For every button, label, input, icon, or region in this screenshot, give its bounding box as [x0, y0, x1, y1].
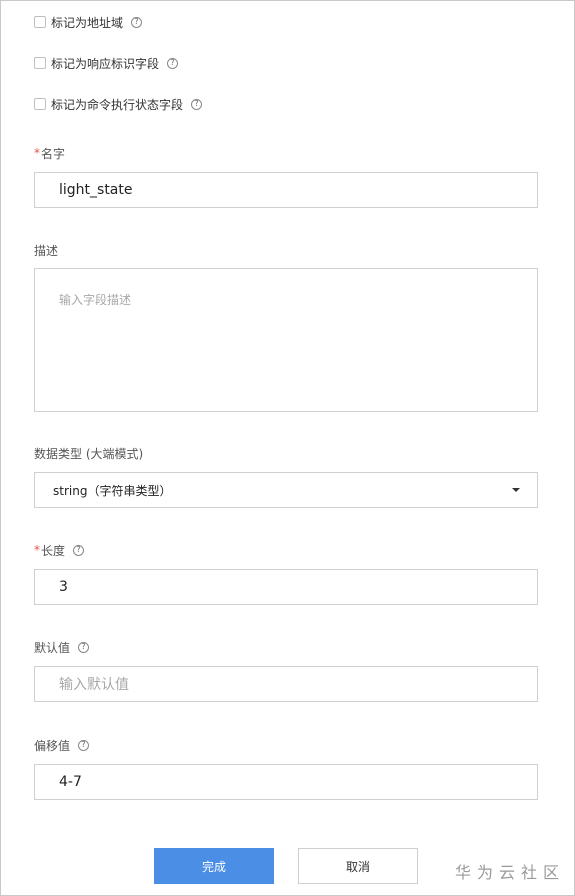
description-placeholder: 输入字段描述	[59, 293, 132, 307]
watermark: 华为云社区	[455, 863, 566, 882]
offset-input[interactable]: 4-7	[34, 764, 538, 800]
offset-label: 偏移值 ?	[34, 737, 90, 753]
help-icon[interactable]: ?	[167, 57, 179, 69]
response-id-checkbox[interactable]	[34, 57, 46, 69]
length-input-value: 3	[59, 579, 68, 595]
form-panel: 标记为地址域 ? 标记为响应标识字段 ? 标记为命令执行状态字段 ? * 名字 …	[0, 0, 575, 896]
data-type-select[interactable]: string（字符串类型）	[34, 472, 538, 508]
name-label-text: 名字	[41, 146, 66, 161]
address-field-checkbox[interactable]	[34, 16, 46, 28]
length-input[interactable]: 3	[34, 569, 538, 605]
checkbox-label: 标记为命令执行状态字段	[51, 97, 184, 112]
checkbox-label: 标记为地址域	[51, 15, 124, 30]
offset-input-value: 4-7	[59, 774, 82, 790]
confirm-button[interactable]: 完成	[154, 848, 274, 884]
help-icon[interactable]: ?	[73, 544, 85, 556]
required-mark: *	[34, 543, 40, 557]
data-type-label: 数据类型 (大端模式)	[34, 445, 143, 461]
help-icon[interactable]: ?	[191, 98, 203, 110]
data-type-selected-value: string（字符串类型）	[53, 483, 172, 498]
help-icon[interactable]: ?	[78, 739, 90, 751]
name-label: * 名字	[34, 145, 65, 161]
default-value-label: 默认值 ?	[34, 639, 90, 655]
description-label: 描述	[34, 242, 58, 258]
default-value-label-text: 默认值	[34, 640, 71, 655]
name-input-value: light_state	[59, 182, 133, 198]
checkbox-row-response-id-field[interactable]: 标记为响应标识字段 ?	[34, 54, 179, 72]
data-type-label-text: 数据类型 (大端模式)	[34, 446, 144, 461]
checkbox-label: 标记为响应标识字段	[51, 56, 160, 71]
length-label: * 长度 ?	[34, 542, 85, 558]
description-textarea[interactable]: 输入字段描述	[34, 268, 538, 412]
length-label-text: 长度	[41, 543, 66, 558]
cancel-button[interactable]: 取消	[298, 848, 418, 884]
help-icon[interactable]: ?	[131, 16, 143, 28]
checkbox-row-address-field[interactable]: 标记为地址域 ?	[34, 13, 143, 31]
required-mark: *	[34, 146, 40, 160]
default-value-input[interactable]: 输入默认值	[34, 666, 538, 702]
name-input[interactable]: light_state	[34, 172, 538, 208]
command-status-checkbox[interactable]	[34, 98, 46, 110]
checkbox-row-command-status-field[interactable]: 标记为命令执行状态字段 ?	[34, 95, 203, 113]
offset-label-text: 偏移值	[34, 738, 71, 753]
default-value-placeholder: 输入默认值	[59, 677, 129, 693]
description-label-text: 描述	[34, 243, 59, 258]
help-icon[interactable]: ?	[78, 641, 90, 653]
caret-down-icon	[512, 488, 520, 492]
